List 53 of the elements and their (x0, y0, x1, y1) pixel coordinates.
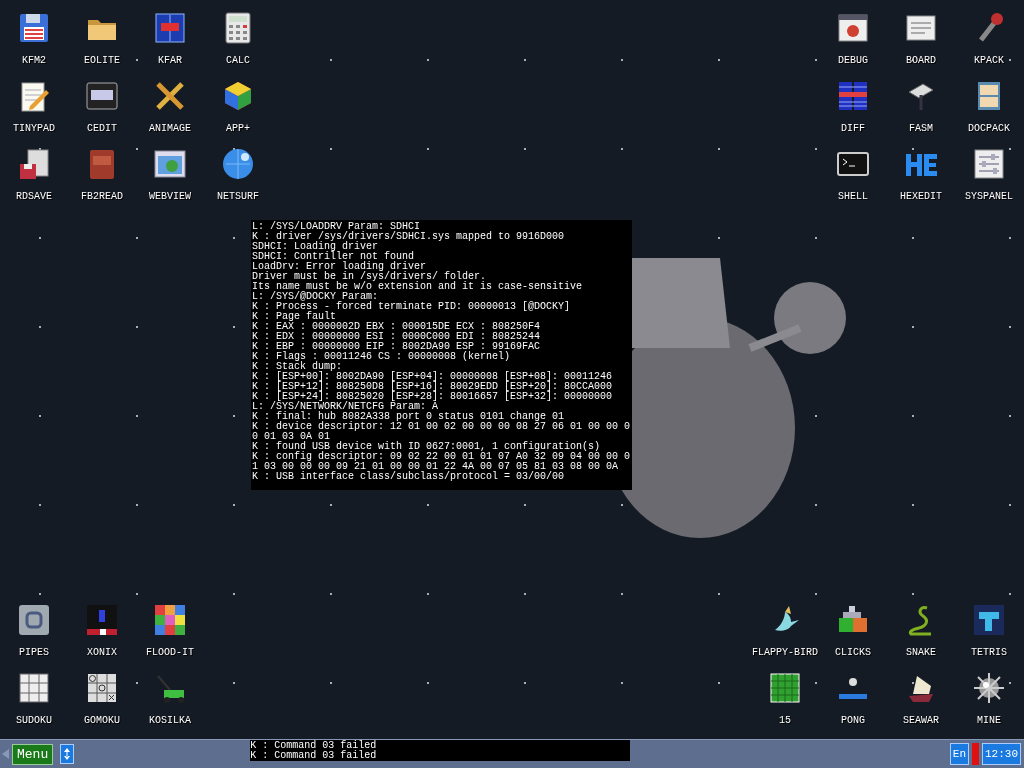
icon-label[interactable]: TINYPAD (13, 123, 55, 134)
number-grid-icon[interactable] (16, 670, 52, 706)
icon-label[interactable]: DOCPACK (968, 123, 1010, 134)
icon-label[interactable]: MINE (977, 715, 1001, 726)
icon-label[interactable]: RDSAVE (16, 191, 52, 202)
icon-label[interactable]: GOMOKU (84, 715, 120, 726)
icon-label[interactable]: FLAPPY-BIRD (752, 647, 818, 658)
message-log: K : Command 03 failed K : Command 03 failed (250, 740, 631, 761)
icon-label[interactable]: SHELL (838, 191, 868, 202)
globe-icon[interactable] (220, 146, 256, 182)
icon-label[interactable]: FB2READ (81, 191, 123, 202)
figure-tile-icon[interactable] (84, 602, 120, 638)
icon-label[interactable]: KFM2 (22, 55, 46, 66)
icon-label[interactable]: PIPES (19, 647, 49, 658)
icon-label[interactable]: APP+ (226, 123, 250, 134)
icon-label[interactable]: KPACK (974, 55, 1004, 66)
menu-button[interactable]: Menu (12, 743, 54, 765)
up-down-arrow-icon (63, 747, 72, 761)
icon-label[interactable]: SUDOKU (16, 715, 52, 726)
icon-label[interactable]: SYSPANEL (965, 191, 1013, 202)
icon-label[interactable]: ANIMAGE (149, 123, 191, 134)
icon-label[interactable]: HEXEDIT (900, 191, 942, 202)
switch-button[interactable] (60, 744, 75, 764)
icon-label[interactable]: SEAWAR (903, 715, 939, 726)
icon-label[interactable]: CLICKS (835, 647, 871, 658)
icon-label[interactable]: 15 (779, 715, 791, 726)
icon-label[interactable]: FASM (909, 123, 933, 134)
icon-label[interactable]: XONIX (87, 647, 117, 658)
icon-label[interactable]: DIFF (841, 123, 865, 134)
icon-label[interactable]: EOLITE (84, 55, 120, 66)
sliders-icon[interactable] (971, 146, 1007, 182)
icon-label[interactable]: PONG (841, 715, 865, 726)
language-button[interactable]: En (949, 743, 969, 765)
icon-label[interactable]: KOSILKA (149, 715, 191, 726)
mine-icon[interactable] (971, 670, 1007, 706)
console-log: L: /SYS/LOADDRV Param: SDHCI K : driver /sys/drivers/SDHCI.sys mapped to 9916D000 SDHCI: Loading driver SDHCI: Contriller not found LoadDrv: Error loading driver Driver must be in /sys/drivers/ folder. Its name must be w/o extension and it is case-sensitive L: /SYS/@DOCKY Param: K : Process - forced terminate PID: 00000013 [@DOCKY] K : Page fault K : EAX : 0000002D EBX : 000015DE ECX : 808250F4 K : EDX : 00000000 ESI : 0000C000 EDI : 80825244 K : EBP : 00000000 EIP : 8002DA90 ESP : 99169FAC K : Flags : 00011246 CS : 00000008 (kernel) K : Stack dump: K : [ESP+00]: 8002DA90 [ESP+04]: 00000008 [ESP+08]: 00011246 K : [ESP+12]: 808250D8 [ESP+16]: 80029EDD [ESP+20]: 80CCA000 K : [ESP+24]: 80825020 [ESP+28]: 80016657 [ESP+32]: 00000000 L: /SYS/NETWORK/NETCFG Param: A K : final: hub 8082A338 port 0 status 0101 change 01 K : device descriptor: 12 01 00 02 00 00 00 08 27 06 01 00 00 0 0 01 03 0A 01 K : found USB device with ID 0627:0001, 1 configuration(s) K : config descriptor: 09 02 22 00 01 01 07 A0 32 09 04 00 00 0 1 03 00 00 00 09 21 01 00 00 01 22 4A 00 07 05 81 03 08 00 0A K : USB interface class/subclass/protocol = 03/00/00 (251, 220, 632, 490)
clock[interactable]: 12:30 (982, 743, 1021, 765)
tile-grid-icon[interactable] (767, 670, 803, 706)
icon-label[interactable]: TETRIS (971, 647, 1007, 658)
tetromino-icon[interactable] (971, 602, 1007, 638)
icon-label[interactable]: FLOOD-IT (146, 647, 194, 658)
icon-label[interactable]: NETSURF (217, 191, 259, 202)
icon-label[interactable]: SNAKE (906, 647, 936, 658)
icon-label[interactable]: CEDIT (87, 123, 117, 134)
pipe-tile-icon[interactable] (16, 602, 52, 638)
panel-window-icon[interactable] (152, 10, 188, 46)
icon-label[interactable]: KFAR (158, 55, 182, 66)
icon-label[interactable]: WEBVIEW (149, 191, 191, 202)
color-grid-icon[interactable] (152, 602, 188, 638)
icon-label[interactable]: BOARD (906, 55, 936, 66)
icon-label[interactable]: CALC (226, 55, 250, 66)
icon-label[interactable]: DEBUG (838, 55, 868, 66)
indicator-bar (972, 743, 979, 765)
